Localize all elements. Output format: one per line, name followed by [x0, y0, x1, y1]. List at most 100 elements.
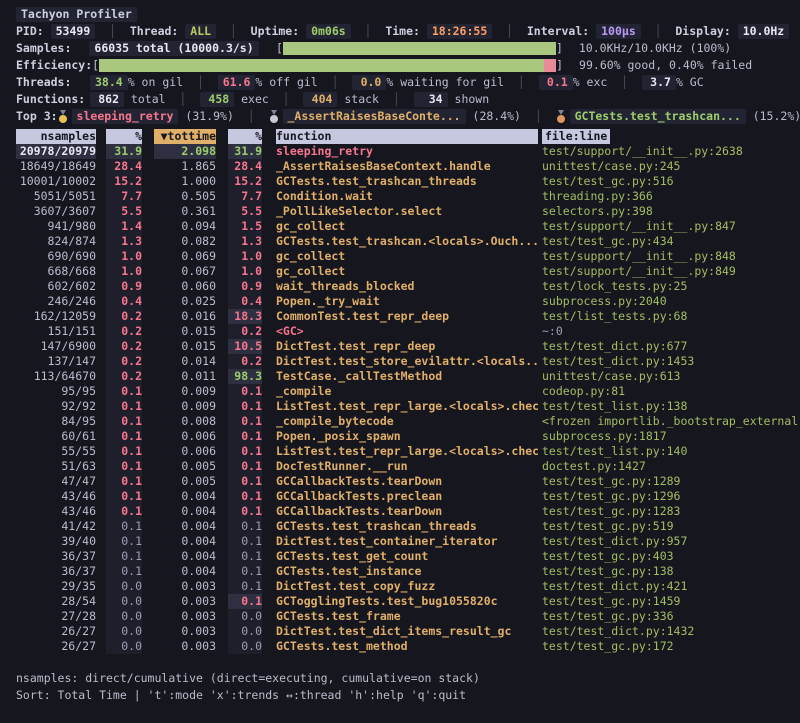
separator: │: [492, 23, 527, 40]
page-title: Tachyon Profiler: [16, 7, 137, 22]
cell-cumulative-percent: 0.1: [228, 414, 262, 429]
cell-file-line: doctest.py:1427: [542, 459, 800, 474]
cell-nsamples: 43/46: [16, 504, 96, 519]
status-label: Display:: [675, 23, 737, 40]
cell-cumulative-percent: 15.2: [228, 174, 262, 189]
status-value: 18:26:55: [427, 24, 492, 39]
separator: │: [166, 91, 201, 108]
top3-percent: (28.4%): [466, 108, 521, 125]
header-cell-nsamples[interactable]: nsamples: [16, 129, 96, 144]
threads-row-label: Threads:: [16, 74, 90, 91]
table-row: 10001/1000215.21.00015.2GCTests.test_tra…: [16, 174, 800, 189]
stat-value: 34: [414, 92, 448, 107]
top3-percent: (15.2%): [746, 108, 800, 125]
footer-nsamples-hint: nsamples: direct/cumulative (direct=exec…: [16, 670, 800, 687]
cell-nsamples: 5051/5051: [16, 189, 96, 204]
cell-tottime: 0.005: [154, 474, 216, 489]
stat-value: 862: [90, 92, 124, 107]
cell-nsamples: 690/690: [16, 249, 96, 264]
cell-function: _AssertRaisesBaseContext.handle: [276, 159, 538, 174]
cell-function: GCCallbackTests.preclean: [276, 489, 538, 504]
header-cell-direct-percent[interactable]: %: [106, 129, 142, 144]
table-row: 92/920.10.0090.1ListTest.test_repr_large…: [16, 399, 800, 414]
table-row: 246/2460.40.0250.4Popen._try_waitsubproc…: [16, 294, 800, 309]
app-window: Tachyon Profiler PID: 53499 │ Thread: AL…: [0, 0, 800, 723]
cell-direct-percent: 0.0: [106, 624, 142, 639]
cell-function: gc_collect: [276, 264, 538, 279]
status-value: 10.0Hz: [738, 24, 790, 39]
header-cell-function[interactable]: function: [276, 129, 538, 144]
cell-tottime: 0.004: [154, 504, 216, 519]
bronze-medal-icon: [556, 110, 566, 124]
cell-nsamples: 246/246: [16, 294, 96, 309]
cell-direct-percent: 0.1: [106, 384, 142, 399]
cell-file-line: test/support/__init__.py:2638: [542, 144, 800, 159]
cell-tottime: 0.015: [154, 324, 216, 339]
efficiency-bar-close-bracket: ]: [556, 57, 563, 74]
cell-direct-percent: 0.1: [106, 474, 142, 489]
cell-file-line: test/test_dict.py:677: [542, 339, 800, 354]
cell-nsamples: 10001/10002: [16, 174, 96, 189]
cell-tottime: 0.505: [154, 189, 216, 204]
cell-direct-percent: 0.1: [106, 444, 142, 459]
cell-tottime: 0.004: [154, 489, 216, 504]
cell-nsamples: 26/27: [16, 624, 96, 639]
cell-function: _compile_bytecode: [276, 414, 538, 429]
title-row: Tachyon Profiler: [16, 6, 800, 23]
cell-tottime: 0.011: [154, 369, 216, 384]
header-cell-cumulative-percent[interactable]: %: [228, 129, 262, 144]
cell-tottime: 0.003: [154, 579, 216, 594]
cell-nsamples: 84/95: [16, 414, 96, 429]
cell-cumulative-percent: 0.2: [228, 324, 262, 339]
cell-file-line: test/test_gc.py:138: [542, 564, 800, 579]
cell-direct-percent: 0.0: [106, 579, 142, 594]
cell-direct-percent: 1.3: [106, 234, 142, 249]
cell-function: DictTest.test_repr_deep: [276, 339, 538, 354]
header-cell-tottime-sorted[interactable]: ▼tottime: [154, 129, 216, 144]
cell-tottime: 0.016: [154, 309, 216, 324]
samples-summary: 66035 total (10000.3/s): [89, 41, 258, 56]
header-cell-file-line[interactable]: file:line: [542, 129, 610, 144]
cell-direct-percent: 0.1: [106, 534, 142, 549]
silver-medal-icon: [269, 110, 279, 124]
table-row: 113/646700.20.01198.3TestCase._callTestM…: [16, 369, 800, 384]
cell-direct-percent: 0.1: [106, 489, 142, 504]
cell-direct-percent: 0.1: [106, 399, 142, 414]
cell-direct-percent: 0.1: [106, 459, 142, 474]
stat-text: % GC: [676, 74, 704, 91]
cell-tottime: 0.025: [154, 294, 216, 309]
table-row: 151/1510.20.0150.2<GC>~:0: [16, 324, 800, 339]
cell-file-line: test/test_gc.py:403: [542, 549, 800, 564]
cell-file-line: test/test_gc.py:519: [542, 519, 800, 534]
cell-cumulative-percent: 0.0: [228, 609, 262, 624]
status-bar: PID: 53499 │ Thread: ALL │ Uptime: 0m06s…: [16, 23, 800, 40]
cell-direct-percent: 15.2: [106, 174, 142, 189]
top3-function-name: GCTests.test_trashcan...: [570, 109, 746, 124]
separator: │: [216, 23, 251, 40]
cell-tottime: 0.003: [154, 639, 216, 654]
cell-nsamples: 137/147: [16, 354, 96, 369]
efficiency-bar-failed: [544, 59, 556, 72]
table-row: 39/400.10.0040.1DictTest.test_container_…: [16, 534, 800, 549]
samples-row: Samples: 66035 total (10000.3/s) []10.0K…: [16, 40, 800, 57]
cell-function: GCTests.test_trashcan.<locals>.Ouch....: [276, 234, 538, 249]
cell-file-line: test/test_dict.py:421: [542, 579, 800, 594]
cell-cumulative-percent: 0.1: [228, 519, 262, 534]
status-label: Interval:: [527, 23, 596, 40]
cell-nsamples: 668/668: [16, 264, 96, 279]
cell-function: Popen._posix_spawn: [276, 429, 538, 444]
cell-function: wait_threads_blocked: [276, 279, 538, 294]
status-value: ALL: [185, 24, 216, 39]
cell-cumulative-percent: 18.3: [228, 309, 262, 324]
cell-file-line: test/test_gc.py:1296: [542, 489, 800, 504]
status-label: Thread:: [130, 23, 185, 40]
cell-cumulative-percent: 31.9: [228, 144, 262, 159]
cell-file-line: test/support/__init__.py:848: [542, 249, 800, 264]
cell-direct-percent: 1.0: [106, 264, 142, 279]
cell-function: GCTogglingTests.test_bug1055820c: [276, 594, 538, 609]
cell-file-line: test/test_gc.py:336: [542, 609, 800, 624]
separator: │: [641, 23, 676, 40]
cell-cumulative-percent: 0.0: [228, 624, 262, 639]
cell-tottime: 0.361: [154, 204, 216, 219]
cell-direct-percent: 0.0: [106, 594, 142, 609]
